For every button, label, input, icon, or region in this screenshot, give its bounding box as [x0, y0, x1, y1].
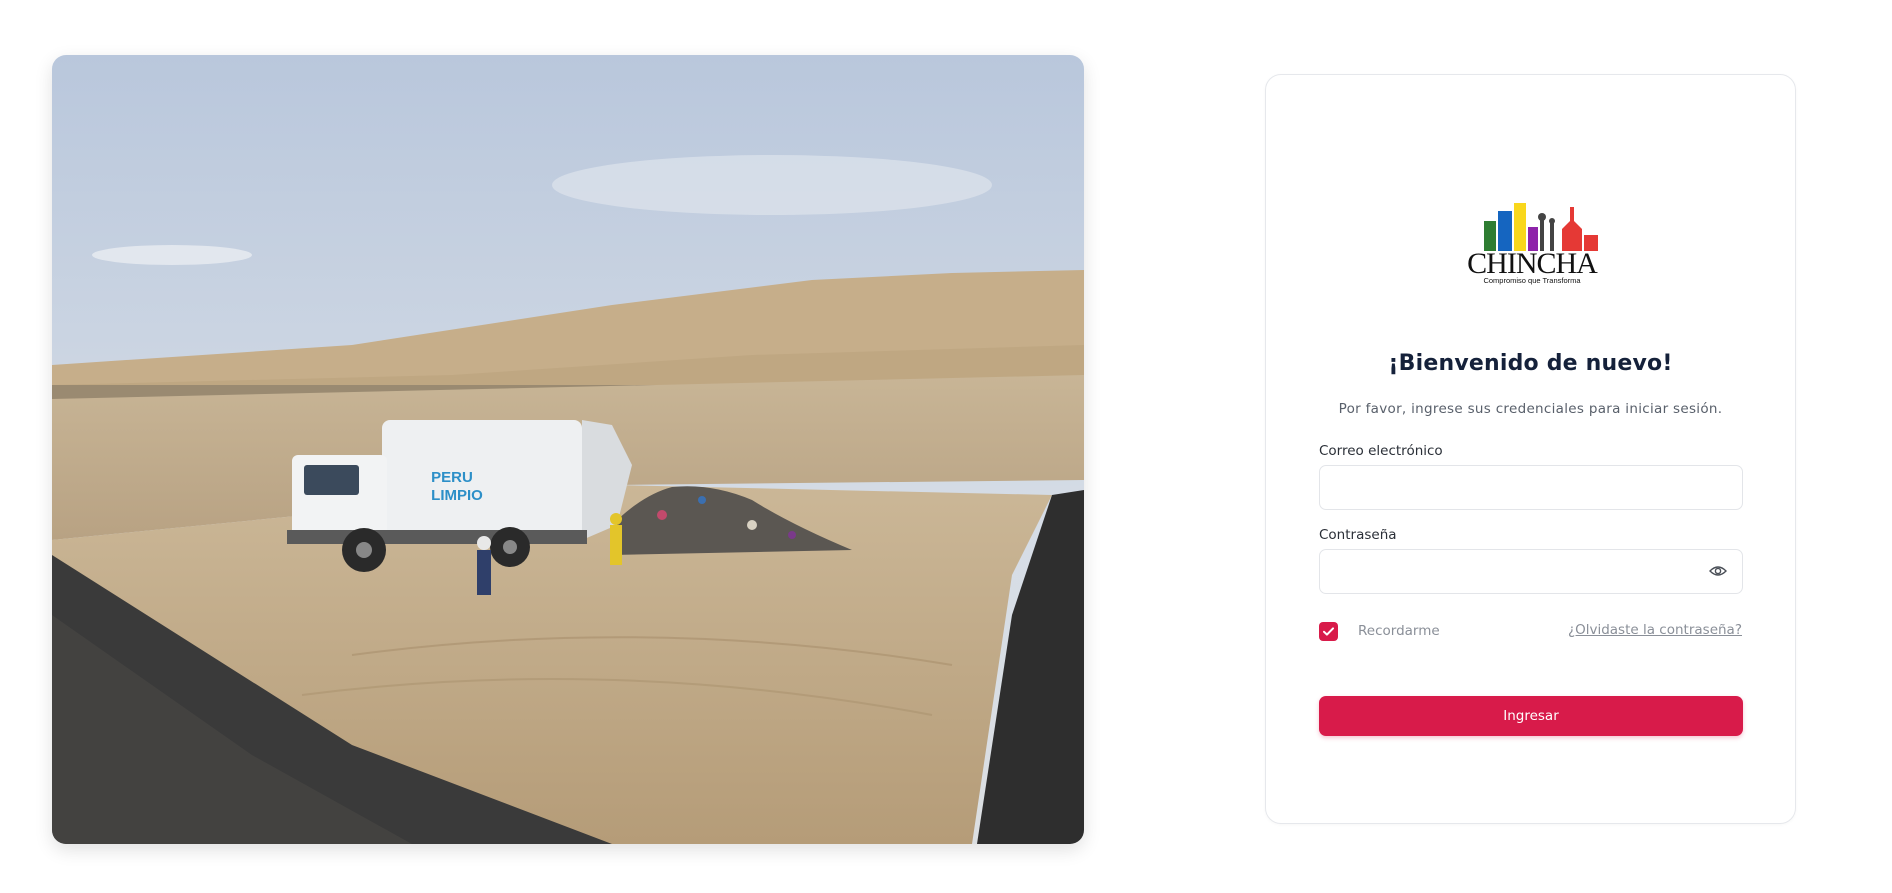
page-subtitle: Por favor, ingrese sus credenciales para…: [1338, 401, 1723, 417]
remember-label[interactable]: Recordarme: [1358, 623, 1440, 639]
chincha-logo: CHINCHA Compromiso que Transforma: [1446, 201, 1618, 285]
truck-text-line2: LIMPIO: [431, 487, 483, 504]
submit-button[interactable]: Ingresar: [1319, 696, 1743, 736]
password-field[interactable]: [1319, 549, 1743, 594]
password-label: Contraseña: [1319, 527, 1397, 543]
landfill-photo: PERU LIMPIO: [52, 55, 1084, 844]
logo-tagline: Compromiso que Transforma: [1483, 276, 1581, 285]
checkmark-icon: [1323, 627, 1334, 636]
remember-checkbox[interactable]: [1319, 622, 1338, 641]
page-title: ¡Bienvenido de nuevo!: [1388, 351, 1673, 376]
email-label: Correo electrónico: [1319, 443, 1443, 459]
email-field[interactable]: [1319, 465, 1743, 510]
login-card: CHINCHA Compromiso que Transforma ¡Bienv…: [1265, 74, 1796, 824]
hero-image: PERU LIMPIO: [52, 55, 1084, 844]
eye-icon[interactable]: [1709, 564, 1727, 578]
logo-graphic: CHINCHA Compromiso que Transforma: [1467, 203, 1599, 285]
forgot-password-link[interactable]: ¿Olvidaste la contraseña?: [1568, 622, 1742, 638]
truck-text-line1: PERU: [431, 469, 473, 486]
